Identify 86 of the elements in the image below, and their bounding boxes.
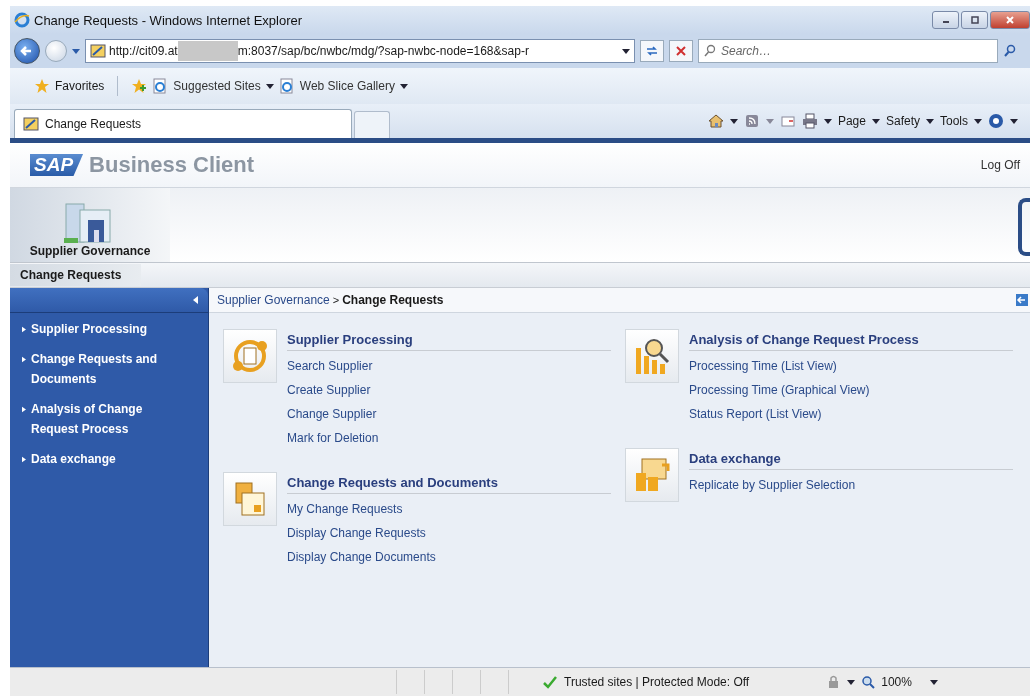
stop-button[interactable] [669, 40, 693, 62]
url-text: http://cit09.at [109, 44, 178, 58]
favorites-link[interactable]: Suggested Sites [173, 79, 261, 93]
dropdown-icon[interactable] [929, 678, 938, 686]
expand-arrow-icon [22, 456, 26, 463]
back-icon[interactable] [1016, 294, 1028, 306]
task-link[interactable]: My Change Requests [287, 497, 403, 521]
dropdown-icon[interactable] [926, 117, 934, 125]
close-button[interactable] [990, 11, 1030, 29]
home-icon[interactable] [707, 113, 724, 129]
back-button[interactable] [14, 38, 40, 64]
dropdown-icon[interactable] [1010, 117, 1018, 125]
feed-icon[interactable] [743, 113, 760, 129]
mail-icon[interactable] [779, 113, 796, 129]
task-link[interactable]: Mark for Deletion [287, 426, 379, 450]
task-link[interactable]: Processing Time (List View) [689, 354, 837, 378]
task-link[interactable]: Processing Time (Graphical View) [689, 378, 870, 402]
maximize-button[interactable] [961, 11, 988, 29]
page-icon [90, 43, 106, 59]
security-zone-text: Trusted sites | Protected Mode: Off [564, 675, 750, 689]
favorites-link[interactable]: Web Slice Gallery [299, 79, 395, 93]
browser-tab[interactable]: Change Requests [14, 109, 352, 138]
url-text: m:8037/sap/bc/nwbc/mdg/?sap-nwbc-node=168&sap-r [237, 44, 529, 58]
search-icon[interactable] [1003, 44, 1017, 58]
group-icon [223, 472, 277, 526]
dropdown-icon[interactable] [823, 117, 832, 125]
work-center-tab[interactable]: Supplier Governance [10, 188, 170, 262]
dropdown-icon[interactable] [622, 47, 630, 55]
checkmark-icon [542, 674, 558, 690]
collapse-icon[interactable] [192, 296, 200, 304]
dropdown-icon[interactable] [399, 82, 408, 90]
expand-arrow-icon [22, 406, 26, 413]
group-title: Analysis of Change Request Process [689, 329, 1013, 351]
group-icon [625, 448, 679, 502]
task-link[interactable]: Search Supplier [287, 354, 373, 378]
sidebar-item[interactable]: Change Requests and Documents [10, 343, 208, 393]
group-title: Change Requests and Documents [287, 472, 611, 494]
dropdown-icon[interactable] [729, 117, 738, 125]
sidebar-item[interactable]: Data exchange [10, 443, 208, 473]
command-menu[interactable]: Tools [940, 114, 968, 128]
expand-arrow-icon [22, 356, 26, 363]
maximize-icon [969, 15, 980, 25]
log-off-link[interactable]: Log Off [980, 158, 1020, 172]
dropdown-icon[interactable] [265, 82, 274, 90]
sap-logo: SAP [30, 154, 84, 176]
dropdown-icon[interactable] [847, 678, 856, 686]
window-title: Change Requests - Windows Internet Explorer [34, 12, 303, 28]
dropdown-icon[interactable] [871, 117, 880, 125]
breadcrumb-current: Change Requests [342, 293, 444, 307]
expand-arrow-icon [22, 326, 26, 333]
task-link[interactable]: Change Supplier [287, 402, 377, 426]
zoom-icon[interactable] [861, 675, 876, 689]
task-link[interactable]: Create Supplier [287, 378, 371, 402]
page-icon [278, 78, 295, 94]
dropdown-icon[interactable] [974, 117, 982, 125]
command-menu[interactable]: Page [837, 114, 866, 128]
search-field[interactable]: Search… [698, 39, 998, 63]
refresh-button[interactable] [640, 40, 664, 62]
product-title: Business Client [89, 152, 255, 178]
page-icon [152, 78, 169, 94]
breadcrumb-separator: > [332, 294, 340, 306]
stop-icon [674, 44, 688, 58]
sidebar-item[interactable]: Analysis of Change Request Process [10, 393, 208, 443]
group-title: Supplier Processing [287, 329, 611, 351]
task-link[interactable]: Display Change Requests [287, 521, 426, 545]
zoom-level[interactable]: 100% [881, 675, 912, 689]
group-icon [625, 329, 679, 383]
command-menu[interactable]: Safety [885, 114, 920, 128]
task-link[interactable]: Display Change Documents [287, 545, 436, 569]
group-icon [223, 329, 277, 383]
browser-logo-icon [14, 12, 30, 28]
add-favorite-icon[interactable] [131, 78, 148, 94]
favorites-button[interactable]: Favorites [55, 79, 105, 93]
address-field[interactable]: http://cit09.at m:8037/sap/bc/nwbc/mdg/?sap-nwbc-node=168&sap-r [85, 39, 635, 63]
group-title: Data exchange [689, 448, 1013, 470]
star-icon[interactable] [34, 78, 50, 94]
task-link[interactable]: Replicate by Supplier Selection [689, 473, 856, 497]
task-link[interactable]: Status Report (List View) [689, 402, 822, 426]
page-icon [23, 116, 39, 132]
close-icon [1005, 15, 1015, 25]
sidebar-item[interactable]: Supplier Processing [10, 313, 208, 343]
refresh-icon [645, 44, 659, 58]
printer-icon[interactable] [801, 113, 818, 129]
breadcrumb-link[interactable]: Supplier Governance [217, 293, 330, 307]
minimize-button[interactable] [932, 11, 959, 29]
sub-nav-tab[interactable]: Change Requests [10, 264, 142, 286]
